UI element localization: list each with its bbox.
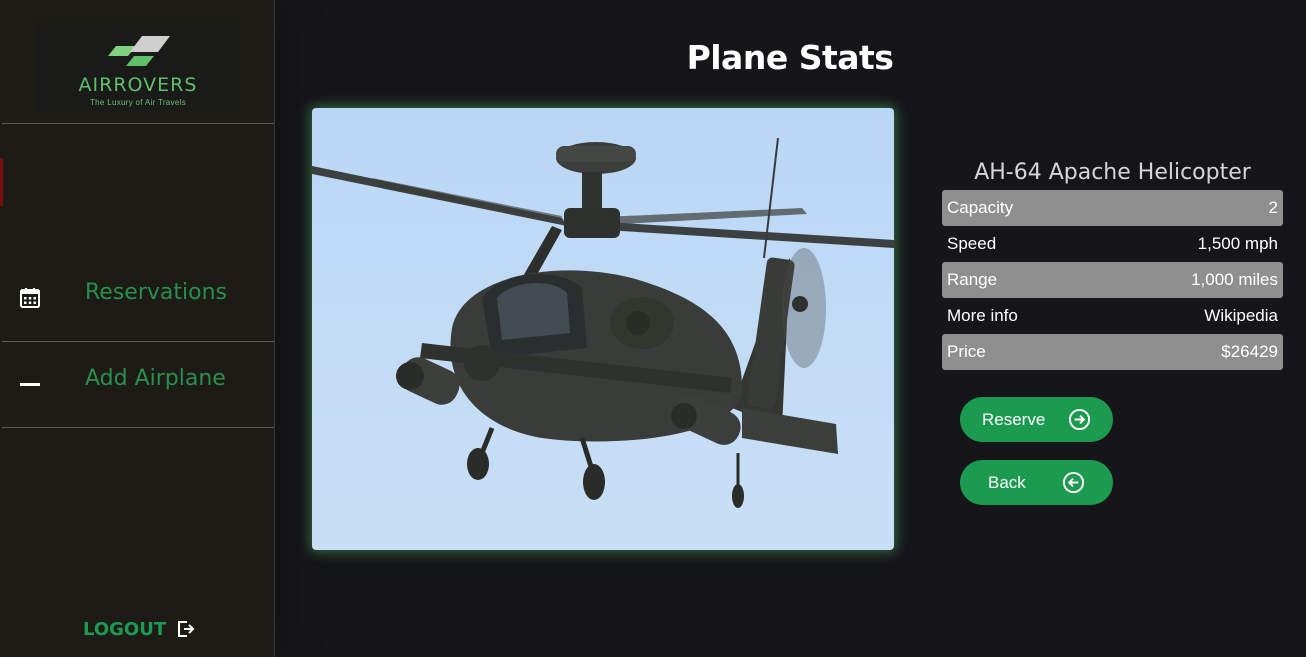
- logout-icon: [178, 621, 195, 637]
- reserve-button-label: Reserve: [982, 410, 1046, 429]
- stat-row-range: Range 1,000 miles: [942, 262, 1283, 298]
- back-button[interactable]: Back: [960, 460, 1113, 505]
- plane-name: AH-64 Apache Helicopter: [974, 160, 1251, 185]
- stat-row-speed: Speed 1,500 mph: [942, 226, 1283, 262]
- reserve-button[interactable]: Reserve: [960, 397, 1113, 442]
- page-title: Plane Stats: [686, 38, 894, 77]
- minus-icon: [20, 383, 40, 386]
- brand-logo[interactable]: AIRROVERS The Luxury of Air Travels: [36, 21, 240, 113]
- stat-label: Capacity: [947, 198, 1014, 217]
- stat-value: $26429: [1221, 342, 1278, 361]
- brand-name: AIRROVERS: [78, 74, 198, 96]
- arrow-left-circle-icon: [1062, 471, 1085, 494]
- stat-label: Range: [947, 270, 998, 289]
- sidebar: AIRROVERS The Luxury of Air Travels Rese…: [0, 0, 275, 657]
- logo-mark-icon: [108, 36, 170, 66]
- sidebar-item-add-airplane[interactable]: Add Airplane: [2, 341, 274, 427]
- helicopter-photo: [312, 108, 894, 550]
- logout-button[interactable]: LOGOUT: [83, 617, 196, 641]
- stat-value: 1,500 mph: [1197, 234, 1278, 253]
- stat-value: 2: [1268, 198, 1278, 217]
- stat-label: Speed: [947, 234, 997, 253]
- sidebar-item-label: Add Airplane: [85, 366, 226, 391]
- sidebar-divider: [2, 123, 274, 124]
- sidebar-divider: [2, 427, 274, 428]
- calendar-icon: [20, 288, 40, 308]
- arrow-right-circle-icon: [1068, 408, 1091, 431]
- stat-row-more-info: More info Wikipedia: [942, 298, 1283, 334]
- stat-row-price: Price $26429: [942, 334, 1283, 370]
- back-button-label: Back: [988, 473, 1026, 492]
- stat-label: Price: [947, 342, 986, 361]
- logout-label: LOGOUT: [83, 618, 167, 640]
- stat-value: 1,000 miles: [1191, 270, 1278, 289]
- plane-stats-panel: AH-64 Apache Helicopter Capacity 2 Speed…: [942, 156, 1283, 370]
- sidebar-accent: [0, 158, 3, 206]
- sidebar-item-label: Reservations: [85, 280, 227, 305]
- stat-row-capacity: Capacity 2: [942, 190, 1283, 226]
- helicopter-illustration: [312, 137, 894, 508]
- sidebar-item-reservations[interactable]: Reservations: [2, 255, 274, 341]
- stat-label: More info: [947, 306, 1018, 325]
- brand-tagline: The Luxury of Air Travels: [90, 98, 186, 107]
- app: AIRROVERS The Luxury of Air Travels Rese…: [0, 0, 1306, 657]
- wikipedia-link[interactable]: Wikipedia: [1204, 306, 1278, 326]
